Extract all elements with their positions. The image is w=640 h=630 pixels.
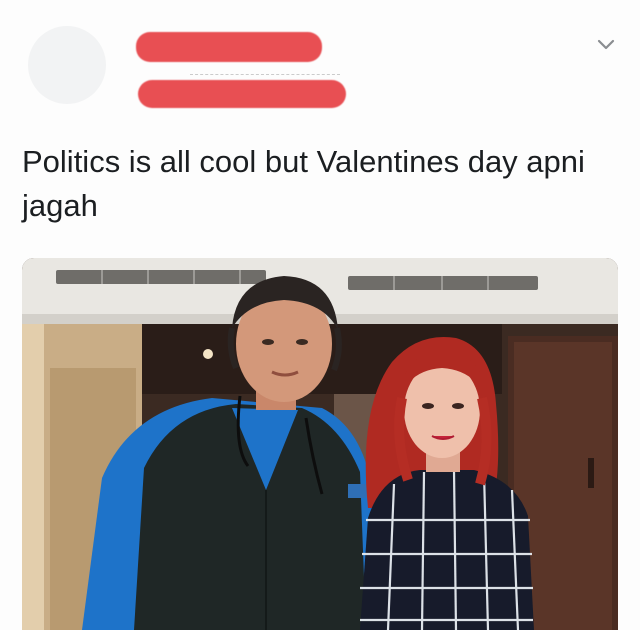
redacted-username: [138, 80, 346, 108]
post-header: [0, 0, 640, 118]
photo-illustration: [22, 258, 618, 630]
social-post: Politics is all cool but Valentines day …: [0, 0, 640, 630]
redacted-display-name: [136, 32, 322, 62]
post-text: Politics is all cool but Valentines day …: [22, 144, 585, 223]
post-photo[interactable]: [22, 258, 618, 630]
avatar[interactable]: [28, 26, 106, 104]
chevron-down-icon[interactable]: [596, 34, 616, 54]
